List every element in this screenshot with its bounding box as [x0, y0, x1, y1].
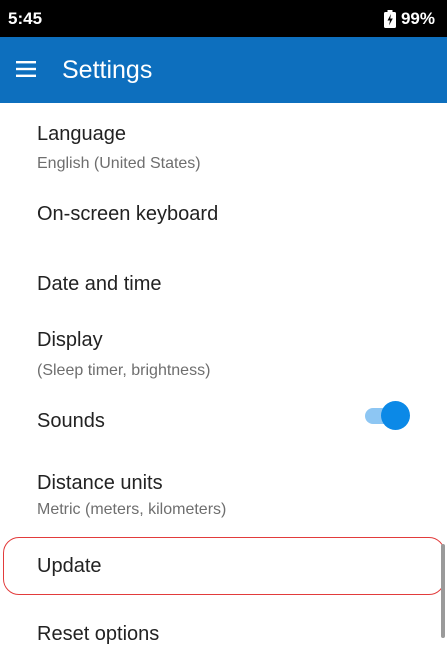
setting-date-time[interactable]: Date and time: [0, 249, 440, 323]
setting-value: (Sleep timer, brightness): [37, 362, 211, 379]
battery-percent: 99%: [400, 9, 435, 28]
setting-label: Date and time: [37, 273, 162, 295]
setting-label: Display: [37, 329, 103, 351]
status-time: 5:45: [8, 9, 43, 28]
setting-reset-options[interactable]: Reset options: [0, 609, 440, 649]
app-bar: Settings: [0, 37, 447, 103]
setting-value: English (United States): [37, 155, 201, 172]
setting-label: On-screen keyboard: [37, 203, 219, 225]
toggle-thumb: [381, 401, 410, 430]
settings-list: Language English (United States) On-scre…: [0, 103, 447, 645]
setting-label: Distance units: [37, 472, 163, 494]
setting-label: Sounds: [37, 410, 105, 432]
hamburger-menu-icon[interactable]: [16, 60, 36, 78]
setting-label: Update: [37, 555, 102, 577]
setting-update[interactable]: Update: [0, 539, 440, 595]
setting-label: Language: [37, 123, 126, 145]
scrollbar[interactable]: [441, 544, 445, 638]
setting-label: Reset options: [37, 623, 160, 645]
sounds-toggle[interactable]: [359, 401, 410, 431]
page-title: Settings: [62, 56, 153, 84]
setting-value: Metric (meters, kilometers): [37, 501, 227, 518]
setting-distance-units[interactable]: Distance units Metric (meters, kilometer…: [0, 463, 440, 533]
setting-sounds[interactable]: Sounds: [0, 395, 440, 445]
setting-language[interactable]: Language English (United States): [0, 103, 440, 187]
setting-display[interactable]: Display (Sleep timer, brightness): [0, 323, 440, 389]
setting-on-screen-keyboard[interactable]: On-screen keyboard: [0, 187, 440, 249]
status-indicators: 99%: [383, 9, 435, 29]
battery-charging-icon: [383, 10, 396, 28]
status-bar: 5:45 99%: [0, 0, 447, 37]
